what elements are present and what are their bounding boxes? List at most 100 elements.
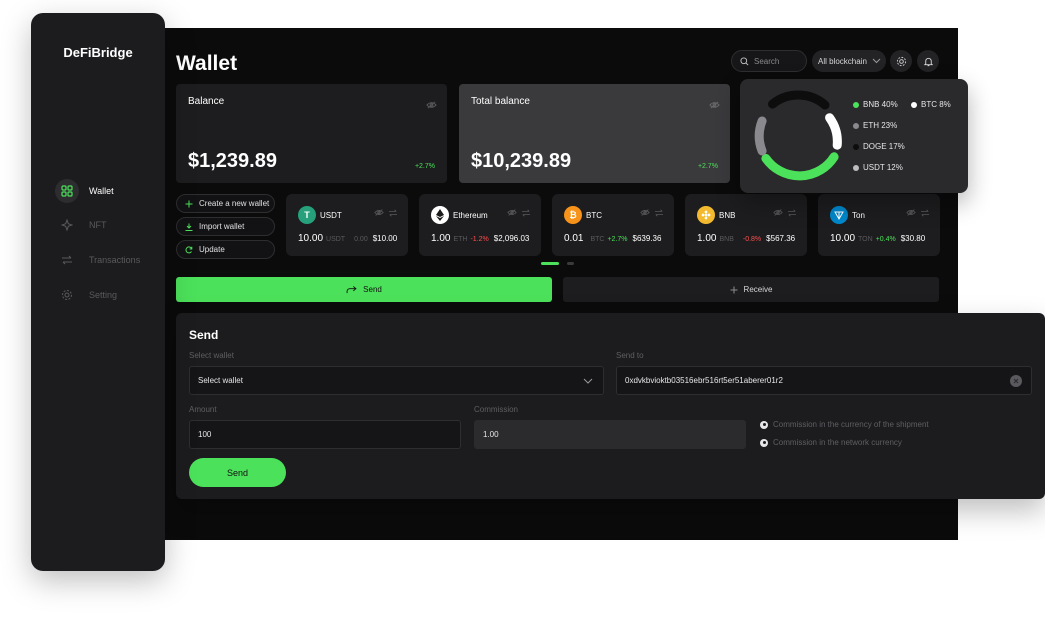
update-button[interactable]: Update <box>176 240 275 259</box>
send-panel-title: Send <box>189 328 219 342</box>
eye-off-icon[interactable] <box>640 209 650 216</box>
legend-btc: BTC 8% <box>911 100 951 109</box>
eye-off-icon[interactable] <box>709 96 720 114</box>
commission-option-shipment[interactable]: Commission in the currency of the shipme… <box>760 420 929 429</box>
sidebar-item-label: Transactions <box>89 255 141 265</box>
select-wallet-dropdown[interactable]: Select wallet <box>189 366 604 395</box>
bitcoin-icon: ₿ <box>564 206 582 224</box>
asset-row: 10.00 USDT 0.00 $10.00 <box>298 233 397 244</box>
carousel-dot-active[interactable] <box>541 262 559 265</box>
notifications-button[interactable] <box>917 50 939 72</box>
gear-icon <box>55 283 79 307</box>
transfer-icon <box>55 248 79 272</box>
eye-off-icon[interactable] <box>906 209 916 216</box>
tab-send[interactable]: Send <box>176 277 552 302</box>
tab-receive[interactable]: Receive <box>563 277 939 302</box>
ring-segment-eth <box>754 116 767 156</box>
carousel-dot[interactable] <box>567 262 574 265</box>
legend-usdt: USDT 12% <box>853 163 903 172</box>
asset-row: 10.00 TON +0.4% $30.80 <box>830 233 925 244</box>
asset-change: -1.2% <box>470 236 489 243</box>
asset-change: 0.00 <box>354 236 368 243</box>
clear-icon[interactable] <box>1010 375 1022 387</box>
asset-quantity: 1.00 <box>697 233 717 244</box>
sidebar-item-transactions[interactable]: Transactions <box>55 248 140 272</box>
asset-usd: $567.36 <box>766 234 796 243</box>
bell-icon <box>923 57 933 66</box>
settings-button[interactable] <box>890 50 912 72</box>
commission-label: Commission <box>474 405 519 414</box>
asset-tools <box>507 209 531 217</box>
send-submit-button[interactable]: Send <box>189 458 286 487</box>
sidebar: DeFiBridge Wallet NFT Transactions Setti… <box>31 13 165 571</box>
asset-card-ethereum[interactable]: Ethereum 1.00 ETH -1.2% $2,096.03 <box>419 194 541 256</box>
swap-icon[interactable] <box>388 209 398 217</box>
radio-icon <box>760 438 768 447</box>
swap-icon[interactable] <box>787 209 797 217</box>
legend-bnb: BNB 40% <box>853 100 898 109</box>
asset-change: +0.4% <box>875 236 896 243</box>
import-wallet-button[interactable]: Import wallet <box>176 217 275 236</box>
plus-icon <box>730 286 738 293</box>
balance-card: Balance $1,239.89 +2.7% <box>176 84 447 183</box>
asset-card-usdt[interactable]: T USDT 10.00 USDT 0.00 $10.00 <box>286 194 408 256</box>
asset-row: 0.01 BTC +2.7% $639.36 <box>564 233 661 244</box>
download-icon <box>185 223 193 231</box>
asset-quantity: 10.00 <box>830 233 856 244</box>
send-to-field[interactable]: 0xdvkbvioktb03516ebr516rt5er51aberer01r2 <box>616 366 1032 395</box>
legend-dot <box>853 164 859 171</box>
blockchain-select[interactable]: All blockchain <box>812 50 886 72</box>
amount-value: 100 <box>198 430 212 439</box>
legend-label: USDT 12% <box>863 163 903 172</box>
amount-label: Amount <box>189 405 217 414</box>
search-input[interactable]: Search <box>731 50 807 72</box>
send-to-label: Send to <box>616 351 644 360</box>
select-wallet-value: Select wallet <box>198 376 243 385</box>
page-title: Wallet <box>176 52 238 75</box>
legend-doge: DOGE 17% <box>853 142 905 151</box>
tab-send-label: Send <box>363 285 382 294</box>
asset-symbol: ETH <box>453 236 468 243</box>
eye-off-icon[interactable] <box>374 209 384 216</box>
balance-amount: $1,239.89 <box>188 150 277 172</box>
legend-dot <box>853 122 859 129</box>
amount-field[interactable]: 100 <box>189 420 461 449</box>
commission-field[interactable]: 1.00 <box>474 420 746 449</box>
asset-tools <box>640 209 664 217</box>
create-wallet-button[interactable]: Create a new wallet <box>176 194 275 213</box>
swap-icon[interactable] <box>521 209 531 217</box>
total-balance-label: Total balance <box>471 96 530 107</box>
allocation-ring <box>754 90 842 181</box>
total-balance-amount: $10,239.89 <box>471 150 572 172</box>
chevron-down-icon <box>583 378 593 384</box>
sidebar-item-setting[interactable]: Setting <box>55 283 117 307</box>
bnb-icon <box>697 206 715 224</box>
forward-arrow-icon <box>346 285 357 293</box>
eye-off-icon[interactable] <box>773 209 783 216</box>
legend-label: DOGE 17% <box>863 142 905 151</box>
commission-option-network[interactable]: Commission in the network currency <box>760 438 902 447</box>
swap-icon[interactable] <box>654 209 664 217</box>
sparkle-icon <box>55 213 79 237</box>
commission-value: 1.00 <box>483 430 499 439</box>
legend-label: BTC 8% <box>921 100 951 109</box>
sidebar-item-nft[interactable]: NFT <box>55 213 107 237</box>
asset-card-ton[interactable]: Ton 10.00 TON +0.4% $30.80 <box>818 194 940 256</box>
sidebar-item-wallet[interactable]: Wallet <box>55 179 114 203</box>
send-panel: Send Select wallet Select wallet Send to… <box>176 313 1045 499</box>
eye-off-icon[interactable] <box>426 96 437 114</box>
plus-icon <box>185 200 193 207</box>
radio-icon <box>760 420 768 429</box>
asset-usd: $639.36 <box>632 234 662 243</box>
sidebar-item-label: Wallet <box>89 186 114 196</box>
asset-usd: $30.80 <box>900 234 926 243</box>
eye-off-icon[interactable] <box>507 209 517 216</box>
swap-icon[interactable] <box>920 209 930 217</box>
asset-card-bnb[interactable]: BNB 1.00 BNB -0.8% $567.36 <box>685 194 807 256</box>
create-wallet-label: Create a new wallet <box>199 199 270 208</box>
chevron-down-icon <box>872 58 881 64</box>
asset-symbol: BNB <box>719 236 734 243</box>
ethereum-icon <box>431 206 449 224</box>
asset-card-btc[interactable]: ₿ BTC 0.01 BTC +2.7% $639.36 <box>552 194 674 256</box>
asset-usd: $10.00 <box>372 234 398 243</box>
